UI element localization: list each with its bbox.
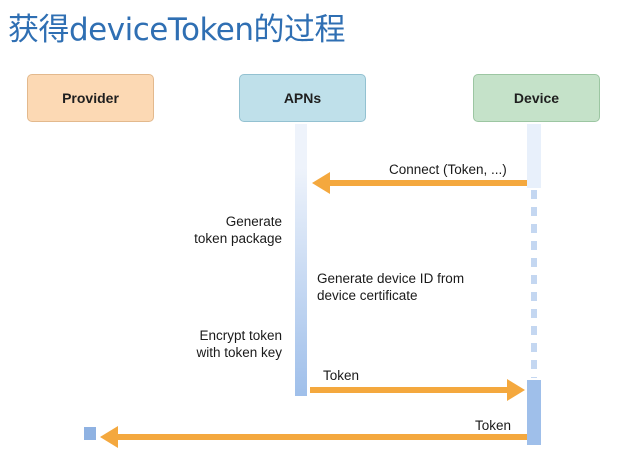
note-device-id-line2: device certificate bbox=[317, 288, 418, 303]
token-to-device-label: Token bbox=[323, 368, 360, 383]
note-encrypt-line1: Encrypt token bbox=[199, 328, 282, 343]
sequence-diagram-canvas bbox=[84, 124, 541, 448]
note-generate-device-id: Generate device ID from device certifica… bbox=[317, 270, 464, 304]
device-activation-top bbox=[527, 124, 541, 188]
token-to-provider-label: Token bbox=[475, 418, 512, 433]
note-encrypt-token: Encrypt token with token key bbox=[150, 327, 282, 361]
apns-activation bbox=[295, 168, 307, 396]
provider-activation bbox=[84, 427, 96, 440]
token-to-provider-arrow bbox=[100, 426, 527, 448]
connect-message-label: Connect (Token, ...) bbox=[389, 162, 507, 177]
note-generate-token-package: Generate token package bbox=[150, 213, 282, 247]
device-activation-bottom bbox=[527, 380, 541, 445]
note-device-id-line1: Generate device ID from bbox=[317, 271, 465, 286]
note-encrypt-line2: with token key bbox=[196, 345, 282, 360]
note-generate-line1: Generate bbox=[225, 214, 282, 229]
note-generate-line2: token package bbox=[194, 231, 282, 246]
apns-lifeline-top bbox=[295, 124, 307, 169]
